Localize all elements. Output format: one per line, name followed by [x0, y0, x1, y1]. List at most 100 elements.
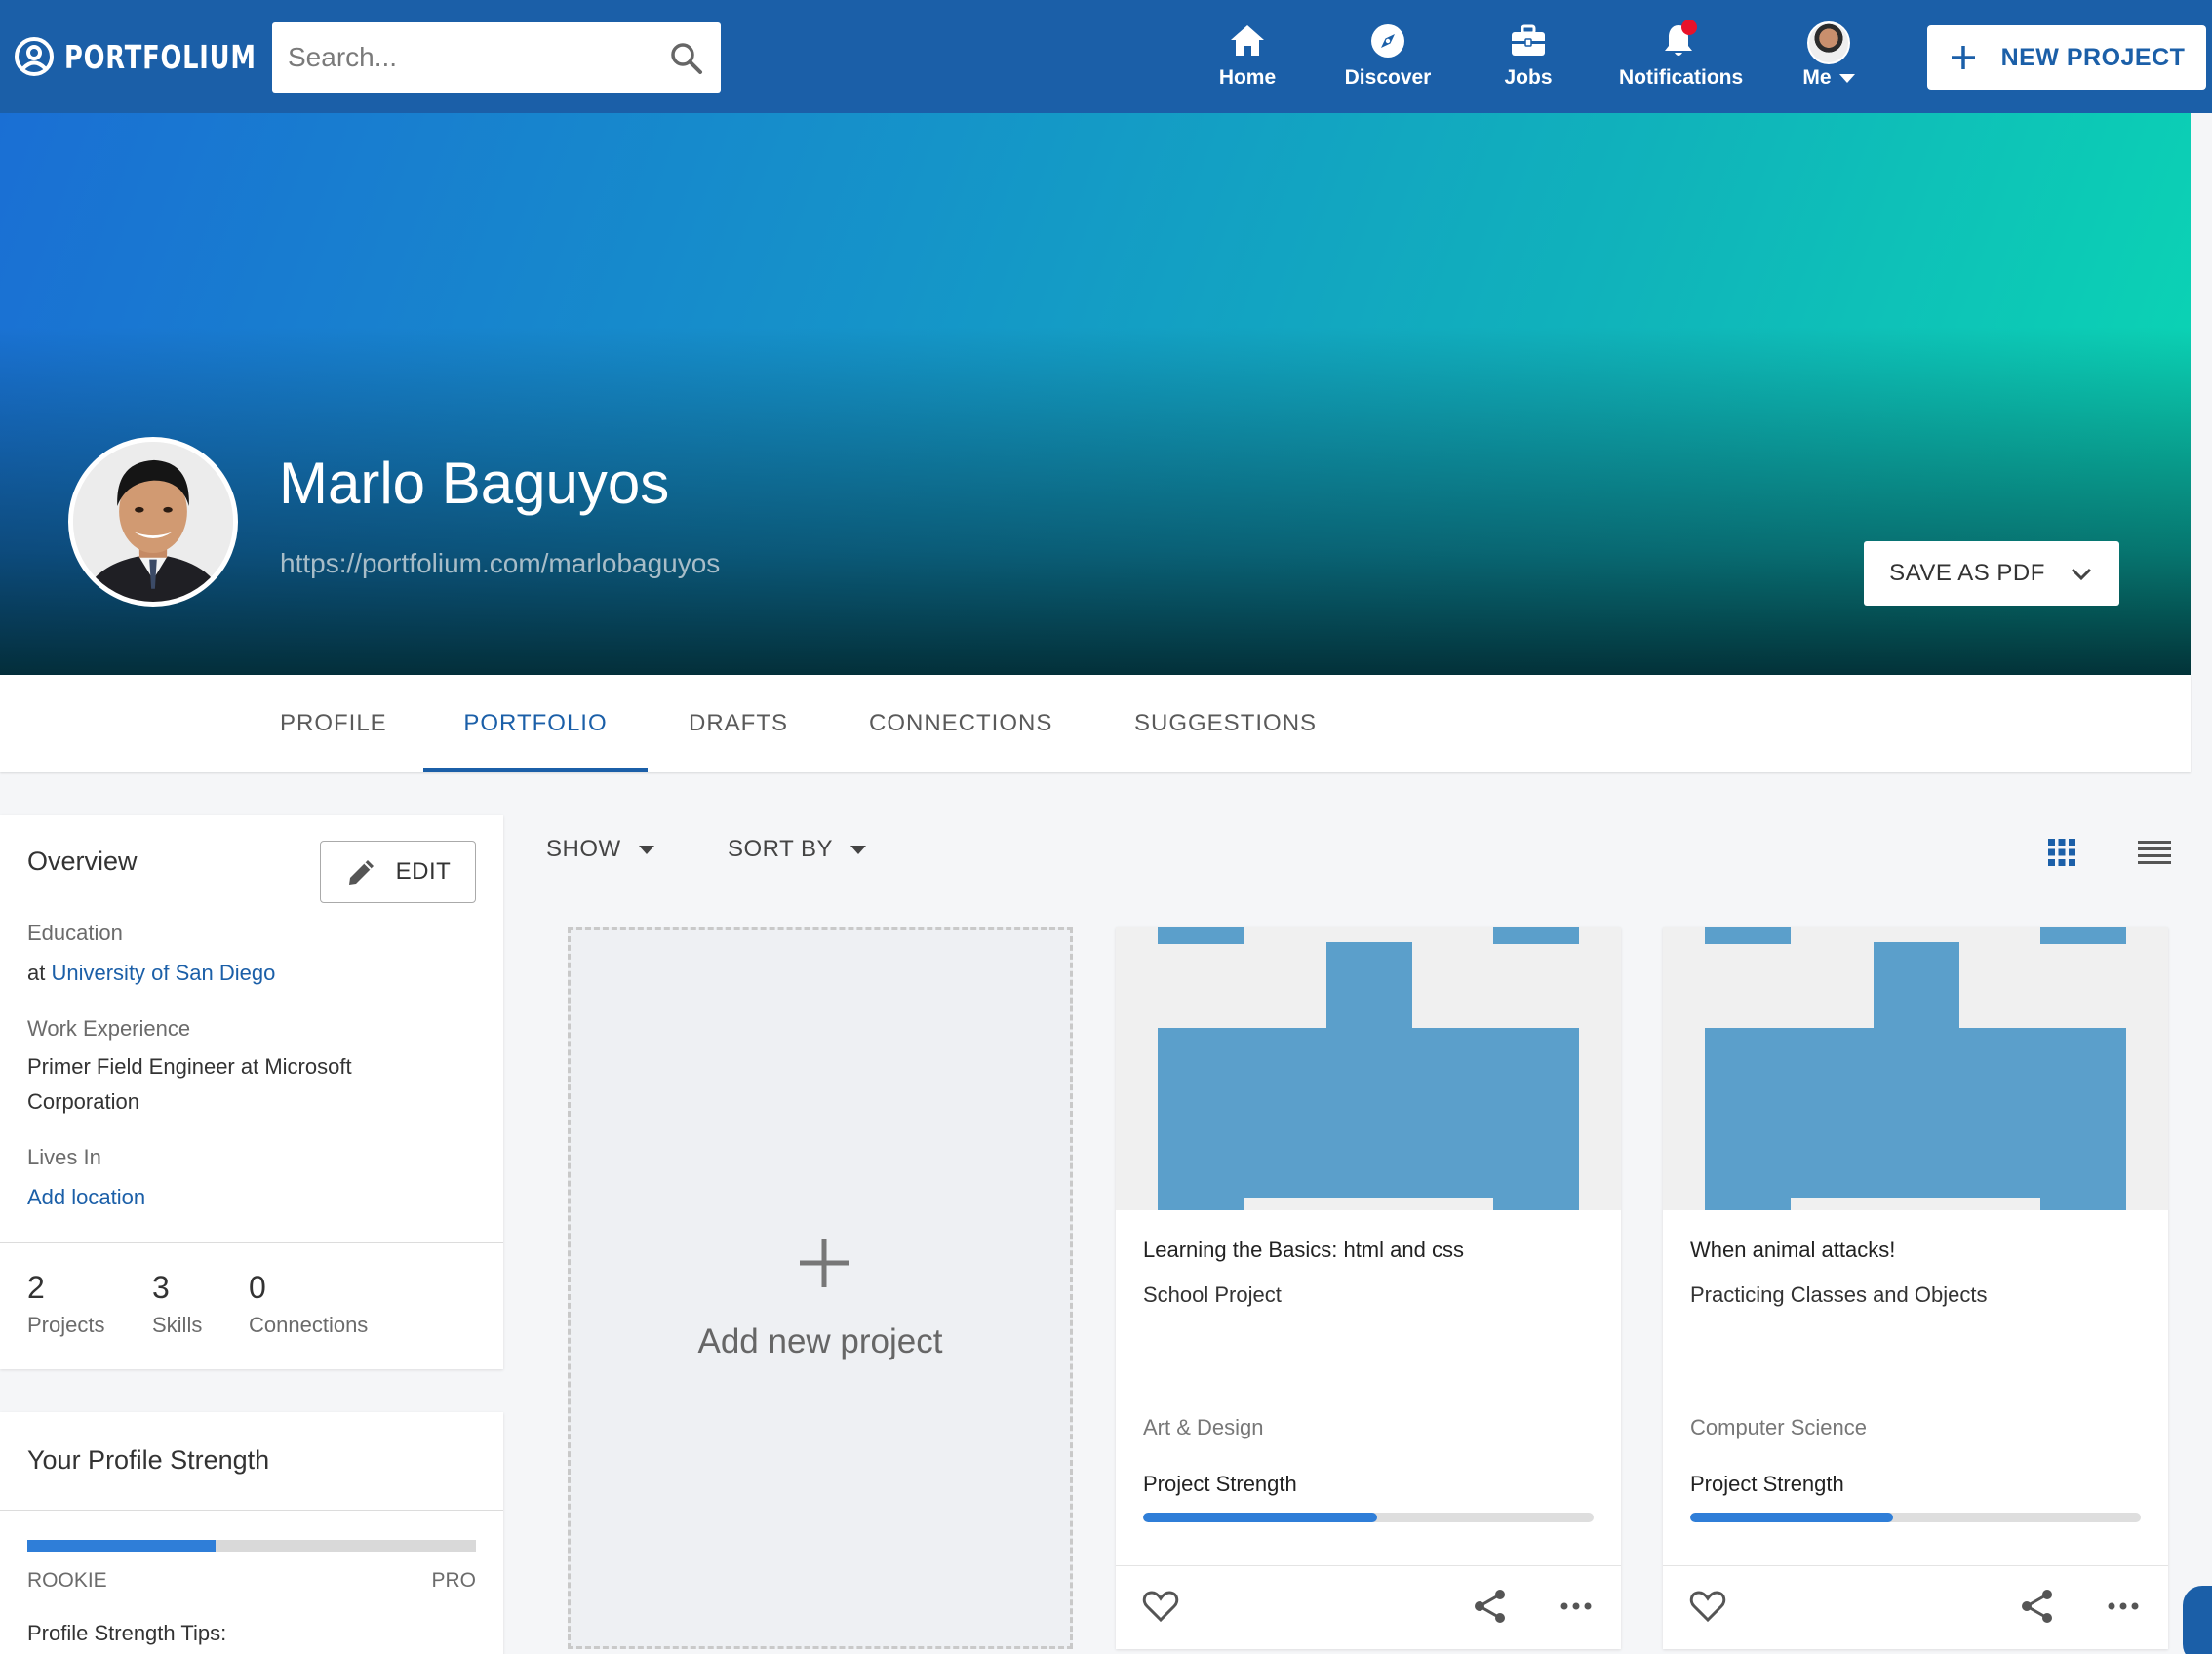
grid-view-icon[interactable]: [2044, 835, 2079, 870]
show-dropdown[interactable]: SHOW: [546, 836, 654, 863]
work-experience-label: Work Experience: [27, 1016, 191, 1041]
project-subtitle: School Project: [1143, 1282, 1282, 1307]
nav-me[interactable]: Me: [1795, 21, 1863, 96]
skills-count[interactable]: 3: [152, 1270, 170, 1306]
edit-overview-button[interactable]: EDIT: [320, 841, 476, 903]
share-icon[interactable]: [2018, 1587, 2057, 1626]
rookie-label: ROOKIE: [27, 1569, 107, 1592]
overview-title: Overview: [27, 847, 138, 876]
nav-notifications-label: Notifications: [1619, 66, 1744, 89]
project-thumbnail[interactable]: [1116, 927, 1621, 1210]
lives-in-label: Lives In: [27, 1145, 101, 1169]
education-school-link[interactable]: University of San Diego: [51, 961, 275, 985]
caret-down-icon: [849, 846, 866, 855]
project-strength-label: Project Strength: [1690, 1472, 1844, 1496]
overview-divider: [0, 1242, 503, 1243]
sort-by-dropdown[interactable]: SORT BY: [728, 836, 866, 863]
nav-notifications[interactable]: Notifications: [1619, 20, 1744, 96]
tab-suggestions[interactable]: SUGGESTIONS: [1134, 675, 1316, 772]
card-divider: [1663, 1565, 2168, 1566]
project-strength-fill: [1690, 1513, 1893, 1522]
show-label: SHOW: [546, 836, 621, 862]
plus-icon: [800, 1239, 849, 1287]
nav-discover-label: Discover: [1344, 66, 1432, 89]
education-label: Education: [27, 921, 123, 945]
share-icon[interactable]: [1471, 1587, 1510, 1626]
project-category: Art & Design: [1143, 1415, 1264, 1439]
nav-home[interactable]: Home: [1215, 21, 1280, 96]
more-options-icon[interactable]: [2104, 1587, 2143, 1626]
briefcase-placeholder-image: [1116, 927, 1621, 1210]
nav-discover[interactable]: Discover: [1344, 21, 1432, 96]
save-as-pdf-label: SAVE AS PDF: [1889, 560, 2045, 586]
caret-down-icon: [1838, 73, 1855, 83]
profile-name: Marlo Baguyos: [279, 451, 670, 516]
profile-strength-title: Your Profile Strength: [27, 1445, 270, 1475]
chevron-down-icon: [2071, 568, 2091, 581]
briefcase-placeholder-image: [1663, 927, 2168, 1210]
projects-count[interactable]: 2: [27, 1270, 45, 1306]
compass-icon: [1371, 24, 1404, 58]
home-icon: [1231, 25, 1264, 56]
project-title[interactable]: Learning the Basics: html and css: [1143, 1238, 1464, 1263]
nav-home-label: Home: [1218, 66, 1277, 89]
education-value: at University of San Diego: [27, 956, 275, 991]
skills-label[interactable]: Skills: [152, 1313, 202, 1338]
project-card[interactable]: Learning the Basics: html and css School…: [1116, 927, 1621, 1649]
card-divider: [1116, 1565, 1621, 1566]
project-subtitle: Practicing Classes and Objects: [1690, 1282, 1988, 1307]
project-strength-bar: [1143, 1513, 1594, 1522]
chat-widget-button[interactable]: [2183, 1586, 2212, 1654]
overview-card: Overview EDIT Education at University of…: [0, 815, 503, 1369]
profile-avatar[interactable]: [68, 437, 238, 607]
tab-drafts[interactable]: DRAFTS: [689, 675, 787, 772]
more-options-icon[interactable]: [1557, 1587, 1596, 1626]
save-as-pdf-button[interactable]: SAVE AS PDF: [1864, 541, 2119, 606]
notification-badge: [1681, 20, 1697, 35]
search-box: [272, 22, 721, 93]
project-strength-bar: [1690, 1513, 2141, 1522]
projects-label[interactable]: Projects: [27, 1313, 104, 1338]
add-new-project-card[interactable]: Add new project: [568, 927, 1073, 1649]
search-input[interactable]: [288, 22, 658, 93]
pencil-icon: [348, 860, 374, 885]
profile-strength-fill: [27, 1540, 217, 1552]
project-strength-fill: [1143, 1513, 1378, 1522]
work-experience-line2: Corporation: [27, 1089, 139, 1114]
project-strength-label: Project Strength: [1143, 1472, 1297, 1496]
plus-icon: [1951, 46, 1975, 69]
heart-icon[interactable]: [1688, 1587, 1727, 1626]
connections-count[interactable]: 0: [249, 1270, 266, 1306]
add-new-project-label: Add new project: [697, 1322, 943, 1360]
logo-text: PORTFOLIUM: [64, 37, 257, 76]
connections-label[interactable]: Connections: [249, 1313, 368, 1338]
top-navigation-bar: PORTFOLIUM Home Discover Jobs: [0, 0, 2212, 113]
sort-by-label: SORT BY: [728, 836, 833, 862]
tab-portfolio[interactable]: PORTFOLIO: [423, 675, 648, 772]
nav-me-text: Me: [1802, 66, 1832, 89]
tab-connections[interactable]: CONNECTIONS: [869, 675, 1051, 772]
profile-strength-tips-label: Profile Strength Tips:: [27, 1621, 227, 1645]
nav-jobs[interactable]: Jobs: [1502, 21, 1555, 96]
profile-strength-bar: [27, 1540, 476, 1552]
new-project-label: NEW PROJECT: [2000, 43, 2186, 71]
heart-icon[interactable]: [1141, 1587, 1180, 1626]
profile-banner: Marlo Baguyos https://portfolium.com/mar…: [0, 113, 2191, 675]
nav-jobs-label: Jobs: [1504, 66, 1553, 89]
portfolium-logo[interactable]: PORTFOLIUM: [14, 33, 310, 80]
profile-url[interactable]: https://portfolium.com/marlobaguyos: [280, 548, 720, 579]
profile-tabs: PROFILE PORTFOLIO DRAFTS CONNECTIONS SUG…: [0, 675, 2191, 772]
edit-label: EDIT: [395, 858, 452, 885]
user-avatar: [1807, 21, 1850, 64]
project-card[interactable]: When animal attacks! Practicing Classes …: [1663, 927, 2168, 1649]
search-icon[interactable]: [670, 42, 703, 75]
list-view-icon[interactable]: [2136, 835, 2173, 870]
add-location-link[interactable]: Add location: [27, 1180, 145, 1215]
profile-photo: [73, 442, 233, 602]
new-project-button[interactable]: NEW PROJECT: [1927, 25, 2206, 90]
education-prefix: at: [27, 961, 46, 985]
project-thumbnail[interactable]: [1663, 927, 2168, 1210]
project-title[interactable]: When animal attacks!: [1690, 1238, 1895, 1263]
tab-profile[interactable]: PROFILE: [280, 675, 386, 772]
project-category: Computer Science: [1690, 1415, 1867, 1439]
